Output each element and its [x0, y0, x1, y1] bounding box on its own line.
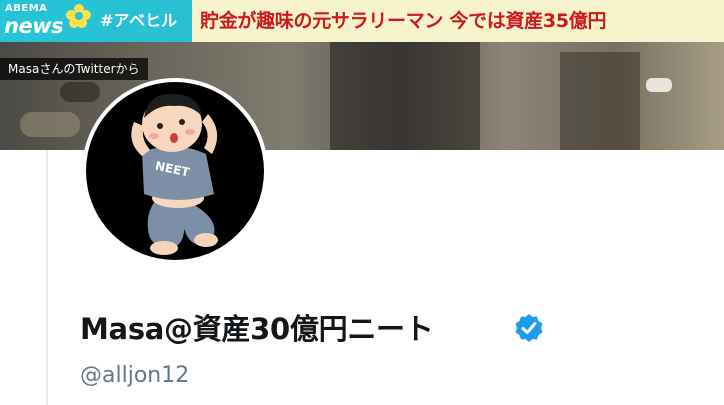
neet-character-illustration: NEET [131, 93, 218, 255]
abema-news-logo: ABEMA news [0, 0, 96, 42]
news-headline: 貯金が趣味の元サラリーマン 今では資産35億円 [192, 0, 724, 42]
program-hashtag: #アベヒル [96, 0, 192, 42]
source-caption: MasaさんのTwitterから [0, 58, 148, 80]
verified-badge-icon [515, 314, 543, 342]
flower-icon [66, 4, 91, 28]
avatar[interactable]: NEET [82, 78, 268, 264]
logo-news-text: news [4, 14, 64, 38]
news-bar: ABEMA news #アベヒル 貯金が趣味の元サラリーマン 今では資産35億円 [0, 0, 724, 42]
profile-handle: @alljon12 [80, 363, 190, 388]
logo-abema-text: ABEMA [5, 3, 48, 14]
divider [46, 150, 48, 405]
profile-display-name: Masa@資産30億円ニート [80, 312, 434, 346]
